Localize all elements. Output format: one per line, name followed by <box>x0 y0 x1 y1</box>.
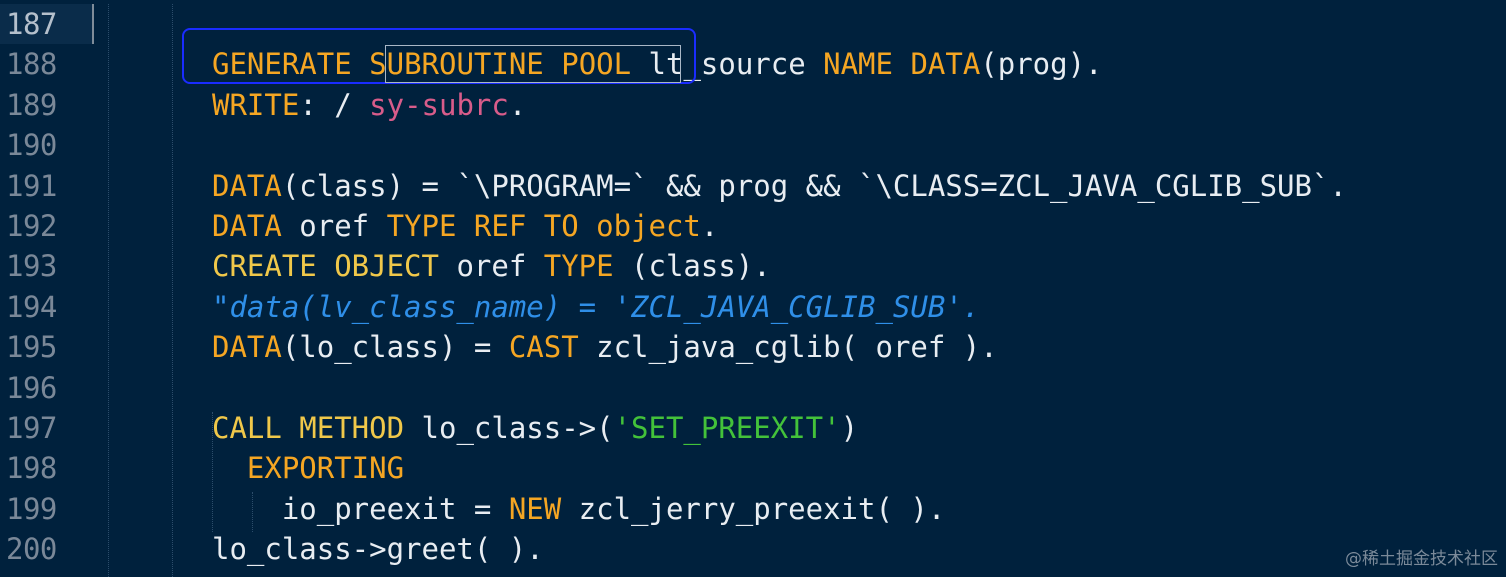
code-line[interactable]: io_preexit = NEW zcl_jerry_preexit( ). <box>212 489 945 529</box>
code-token: EXPORTING <box>246 451 405 486</box>
line-number: 191 <box>6 168 57 203</box>
line-number: 192 <box>6 209 57 243</box>
line-number: 188 <box>6 47 57 82</box>
code-token: (class) = `\PROGRAM=` && prog && `\CLASS… <box>281 168 1347 203</box>
line-number: 187 <box>0 4 94 44</box>
code-token: ) <box>840 411 859 445</box>
code-token: lo_class->greet( ). <box>212 532 544 567</box>
line-number: 195 <box>6 330 57 365</box>
code-token: DATA <box>212 209 282 243</box>
code-token: CALL METHOD <box>212 411 405 445</box>
line-number: 194 <box>6 289 57 324</box>
code-line[interactable]: CALL METHOD lo_class->('SET_PREEXIT') <box>212 408 858 448</box>
line-number-gutter: 187 188 189 190 191 192 193 194 195 196 197 198 199 2… <box>0 0 96 577</box>
code-token: 'SET_PREEXIT' <box>613 411 841 445</box>
code-token: TYPE <box>543 249 614 284</box>
code-token: . <box>508 87 527 122</box>
code-token: NEW <box>508 491 562 526</box>
code-token: (class). <box>613 249 771 284</box>
line-number: 189 <box>6 87 57 122</box>
code-token: CREATE OBJECT <box>212 249 439 284</box>
code-line[interactable]: DATA(lo_class) = CAST zcl_java_cglib( or… <box>212 327 998 367</box>
code-token: oref <box>438 249 544 284</box>
line-number: 193 <box>6 249 57 284</box>
code-token: lo_class->( <box>404 411 614 445</box>
code-token: NAME <box>823 47 893 82</box>
selection-match-box <box>385 45 681 83</box>
code-token: (lo_class) = <box>281 330 509 365</box>
code-editor[interactable]: 187 188 189 190 191 192 193 194 195 196 197 198 199 2… <box>0 0 1506 577</box>
code-token: oref <box>281 209 387 243</box>
code-token: TYPE REF TO object <box>386 209 701 243</box>
code-line[interactable]: CREATE OBJECT oref TYPE (class). <box>212 246 771 286</box>
code-token: zcl_jerry_preexit( ). <box>561 491 946 526</box>
line-number: 199 <box>6 491 57 526</box>
code-token: (prog). <box>980 47 1103 82</box>
code-token: DATA <box>212 168 282 203</box>
line-number: 196 <box>6 370 57 405</box>
line-number: 200 <box>6 532 57 567</box>
line-number: 197 <box>6 411 57 445</box>
code-token: DATA <box>212 330 282 365</box>
code-token: zcl_java_cglib( oref ). <box>578 330 998 365</box>
indent-guide <box>172 4 173 577</box>
code-token: io_preexit = <box>212 491 509 526</box>
code-token: CAST <box>508 330 579 365</box>
code-token: "data(lv_class_name) = 'ZCL_JAVA_CGLIB_S… <box>212 289 981 324</box>
line-number: 198 <box>6 451 57 486</box>
text-cursor <box>92 4 94 44</box>
watermark: @稀土掘金技术社区 <box>1345 549 1498 569</box>
code-line[interactable]: lo_class->greet( ). <box>212 529 544 569</box>
indent-guide <box>108 4 109 577</box>
code-token: sy-subrc <box>369 87 509 122</box>
code-token: WRITE <box>212 87 300 122</box>
code-line[interactable]: DATA oref TYPE REF TO object. <box>212 206 718 246</box>
code-token: : / <box>299 87 370 122</box>
code-token: . <box>700 209 719 243</box>
line-number: 190 <box>6 128 57 163</box>
code-line[interactable]: EXPORTING <box>212 448 404 488</box>
code-line[interactable]: DATA(class) = `\PROGRAM=` && prog && `\C… <box>212 166 1347 206</box>
code-token: DATA <box>910 47 981 82</box>
code-line[interactable]: "data(lv_class_name) = 'ZCL_JAVA_CGLIB_S… <box>212 287 980 327</box>
code-line[interactable]: WRITE: / sy-subrc. <box>212 85 526 125</box>
